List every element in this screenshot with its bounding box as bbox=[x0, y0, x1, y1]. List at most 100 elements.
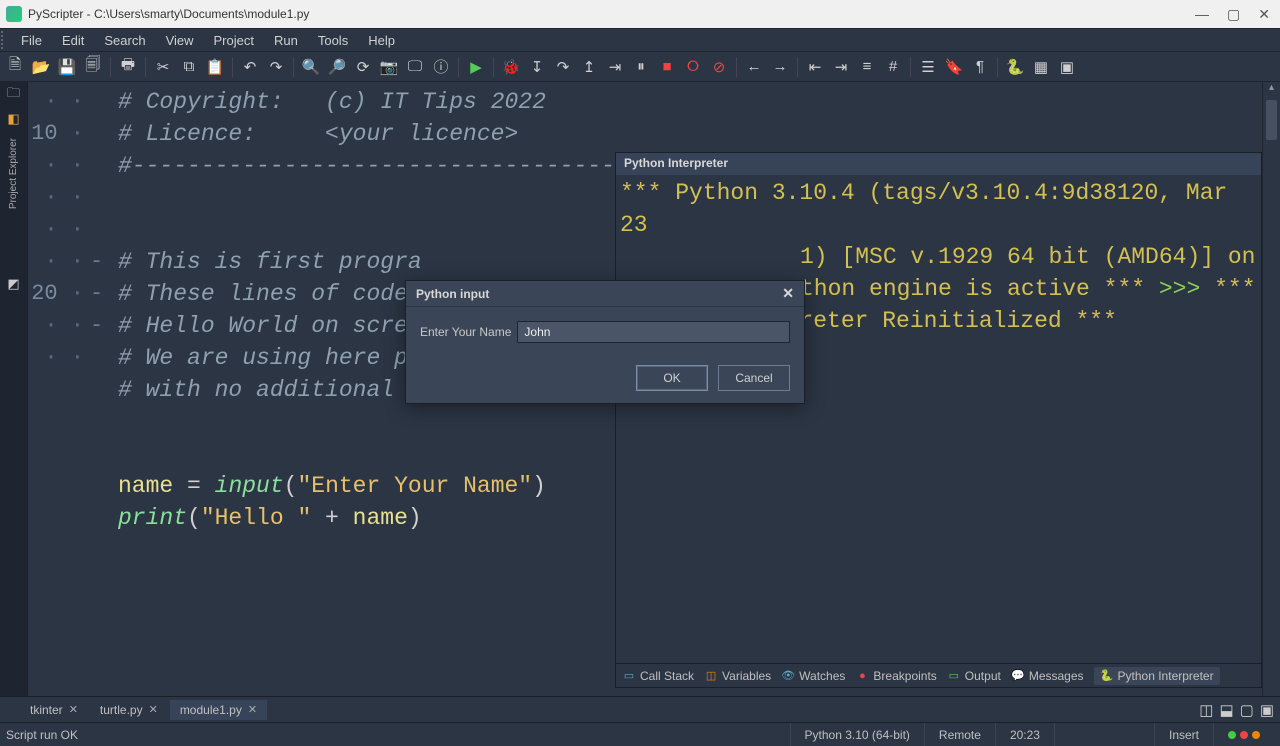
menu-edit[interactable]: Edit bbox=[52, 31, 94, 50]
file-tab-bar: tkinter✕ turtle.py✕ module1.py✕ ◫ ⬓ ▢ ▣ bbox=[0, 696, 1280, 722]
stop-icon[interactable]: ■ bbox=[656, 56, 678, 78]
close-icon[interactable]: ✕ bbox=[248, 703, 257, 716]
dialog-titlebar[interactable]: Python input ✕ bbox=[406, 281, 804, 307]
left-sidebar: 🗀 ◧ Project Explorer ◩ bbox=[0, 82, 28, 696]
close-button[interactable]: ✕ bbox=[1258, 6, 1270, 23]
toolbar: 🗎 📂 💾 🗐 🖶 ✂ ⧉ 📋 ↶ ↷ 🔍 🔎 ⟳ 📷 🖵 ⓘ ▶ 🐞 ↧ ↷ … bbox=[0, 52, 1280, 82]
menu-search[interactable]: Search bbox=[94, 31, 155, 50]
status-remote[interactable]: Remote bbox=[924, 723, 995, 746]
menu-file[interactable]: File bbox=[11, 31, 52, 50]
bookmark-icon[interactable]: 🔖 bbox=[943, 56, 965, 78]
record-icon[interactable]: ⭘ bbox=[682, 56, 704, 78]
camera-icon[interactable]: 📷 bbox=[378, 56, 400, 78]
app-icon bbox=[6, 6, 22, 22]
status-run: Script run OK bbox=[6, 723, 92, 746]
file-tab-tkinter[interactable]: tkinter✕ bbox=[20, 700, 88, 720]
minimize-button[interactable]: — bbox=[1195, 6, 1209, 23]
maximize-pane-icon[interactable]: ▣ bbox=[1260, 701, 1274, 719]
tab-messages[interactable]: 💬Messages bbox=[1011, 669, 1084, 683]
dialog-prompt-label: Enter Your Name bbox=[420, 325, 511, 339]
info-icon[interactable]: ⓘ bbox=[430, 56, 452, 78]
print-icon[interactable]: 🖶 bbox=[117, 56, 139, 78]
status-indicators bbox=[1228, 731, 1260, 739]
tab-output[interactable]: ▭Output bbox=[947, 669, 1001, 683]
cancel-button[interactable]: Cancel bbox=[718, 365, 790, 391]
save-all-icon[interactable]: 🗐 bbox=[82, 56, 104, 78]
pilcrow-icon[interactable]: ¶ bbox=[969, 56, 991, 78]
copy-icon[interactable]: ⧉ bbox=[178, 56, 200, 78]
project-icon[interactable]: ◧ bbox=[5, 110, 23, 128]
indent-icon[interactable]: ⇥ bbox=[830, 56, 852, 78]
outdent-icon[interactable]: ⇤ bbox=[804, 56, 826, 78]
refresh-icon[interactable]: ⟳ bbox=[352, 56, 374, 78]
files-icon[interactable]: 🗀 bbox=[5, 86, 23, 104]
cut-icon[interactable]: ✂ bbox=[152, 56, 174, 78]
menu-view[interactable]: View bbox=[156, 31, 204, 50]
split-h-icon[interactable]: ⬓ bbox=[1219, 701, 1233, 719]
status-position: 20:23 bbox=[995, 723, 1054, 746]
menu-project[interactable]: Project bbox=[204, 31, 264, 50]
abort-icon[interactable]: ⊘ bbox=[708, 56, 730, 78]
uncomment-icon[interactable]: # bbox=[882, 56, 904, 78]
step-over-icon[interactable]: ↷ bbox=[552, 56, 574, 78]
window-title: PyScripter - C:\Users\smarty\Documents\m… bbox=[28, 7, 1195, 21]
tab-breakpoints[interactable]: ●Breakpoints bbox=[855, 669, 936, 683]
split-icon[interactable]: ◫ bbox=[1199, 701, 1213, 719]
find-icon[interactable]: 🔎 bbox=[326, 56, 348, 78]
file-tab-module1[interactable]: module1.py✕ bbox=[170, 700, 267, 720]
status-insert[interactable]: Insert bbox=[1154, 723, 1213, 746]
layout-icon[interactable]: ▦ bbox=[1030, 56, 1052, 78]
close-icon[interactable]: ✕ bbox=[69, 703, 78, 716]
nav-fwd-icon[interactable]: → bbox=[769, 56, 791, 78]
pause-icon[interactable]: ⏸ bbox=[630, 56, 652, 78]
debug-icon[interactable]: 🐞 bbox=[500, 56, 522, 78]
interpreter-output[interactable]: *** Python 3.10.4 (tags/v3.10.4:9d38120,… bbox=[616, 175, 1261, 663]
fold-column: --- bbox=[90, 86, 110, 534]
menu-tools[interactable]: Tools bbox=[308, 31, 358, 50]
interpreter-tabs: ▭Call Stack ◫Variables 👁Watches ●Breakpo… bbox=[616, 663, 1261, 687]
dialog-title: Python input bbox=[416, 287, 489, 301]
window-icon[interactable]: ▢ bbox=[1240, 701, 1254, 719]
menu-help[interactable]: Help bbox=[358, 31, 405, 50]
layout2-icon[interactable]: ▣ bbox=[1056, 56, 1078, 78]
undo-icon[interactable]: ↶ bbox=[239, 56, 261, 78]
python-icon[interactable]: 🐍 bbox=[1004, 56, 1026, 78]
menu-bar: File Edit Search View Project Run Tools … bbox=[0, 28, 1280, 52]
new-file-icon[interactable]: 🗎 bbox=[4, 56, 26, 78]
zoom-icon[interactable]: 🔍 bbox=[300, 56, 322, 78]
run-icon[interactable]: ▶ bbox=[465, 56, 487, 78]
redo-icon[interactable]: ↷ bbox=[265, 56, 287, 78]
interpreter-title: Python Interpreter bbox=[616, 153, 1261, 175]
list-icon[interactable]: ☰ bbox=[917, 56, 939, 78]
step-out-icon[interactable]: ↥ bbox=[578, 56, 600, 78]
nav-back-icon[interactable]: ← bbox=[743, 56, 765, 78]
maximize-button[interactable]: ▢ bbox=[1227, 6, 1240, 23]
menu-run[interactable]: Run bbox=[264, 31, 308, 50]
ok-button[interactable]: OK bbox=[636, 365, 708, 391]
file-tab-turtle[interactable]: turtle.py✕ bbox=[90, 700, 168, 720]
monitor-icon[interactable]: 🖵 bbox=[404, 56, 426, 78]
open-file-icon[interactable]: 📂 bbox=[30, 56, 52, 78]
tab-watches[interactable]: 👁Watches bbox=[781, 669, 845, 683]
dialog-close-icon[interactable]: ✕ bbox=[782, 285, 794, 302]
save-icon[interactable]: 💾 bbox=[56, 56, 78, 78]
step-into-icon[interactable]: ↧ bbox=[526, 56, 548, 78]
vertical-scrollbar[interactable]: ▴ bbox=[1262, 82, 1280, 696]
paste-icon[interactable]: 📋 bbox=[204, 56, 226, 78]
project-explorer-label[interactable]: Project Explorer bbox=[8, 138, 19, 209]
status-python[interactable]: Python 3.10 (64-bit) bbox=[790, 723, 924, 746]
python-input-dialog: Python input ✕ Enter Your Name OK Cancel bbox=[405, 280, 805, 404]
comment-icon[interactable]: ≡ bbox=[856, 56, 878, 78]
run-to-cursor-icon[interactable]: ⇥ bbox=[604, 56, 626, 78]
gutter: · · 10 · · · · · · · · · 20 · · · · · bbox=[28, 82, 88, 696]
structure-icon[interactable]: ◩ bbox=[5, 275, 23, 293]
status-bar: Script run OK Python 3.10 (64-bit) Remot… bbox=[0, 722, 1280, 746]
dialog-input[interactable] bbox=[517, 321, 790, 343]
tab-variables[interactable]: ◫Variables bbox=[704, 669, 771, 683]
tab-python-interpreter[interactable]: 🐍Python Interpreter bbox=[1094, 667, 1220, 685]
tab-callstack[interactable]: ▭Call Stack bbox=[622, 669, 694, 683]
interpreter-panel: Python Interpreter *** Python 3.10.4 (ta… bbox=[615, 152, 1262, 688]
close-icon[interactable]: ✕ bbox=[149, 703, 158, 716]
menu-handle bbox=[1, 31, 5, 49]
window-titlebar: PyScripter - C:\Users\smarty\Documents\m… bbox=[0, 0, 1280, 28]
